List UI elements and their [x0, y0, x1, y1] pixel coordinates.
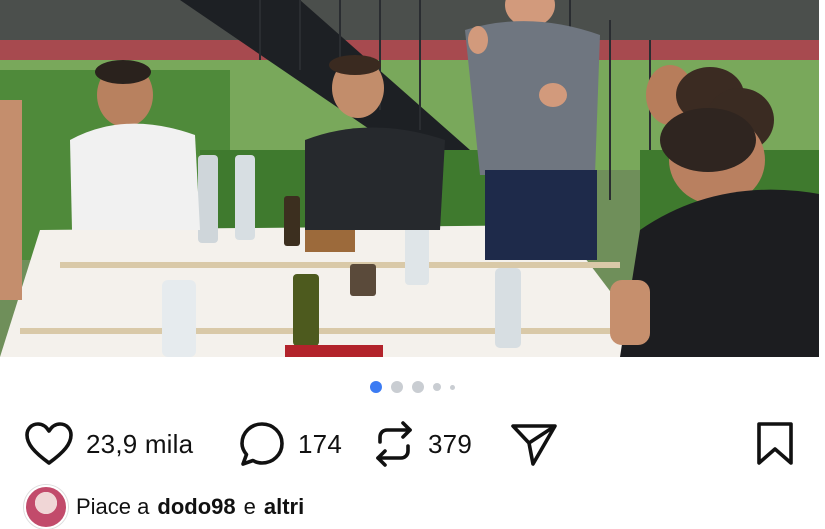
carousel-dot-5 — [450, 384, 455, 390]
liked-by-user[interactable]: dodo98 — [157, 494, 235, 520]
like-count[interactable]: 23,9 mila — [86, 429, 193, 460]
like-button[interactable]: 23,9 mila — [24, 416, 193, 472]
meeting-photo-illustration — [0, 0, 825, 357]
liked-by-connector: e — [243, 494, 256, 519]
repost-arrows-icon — [376, 421, 412, 467]
liked-by-prefix: Piace a — [76, 494, 150, 519]
comment-count: 174 — [298, 428, 342, 459]
carousel-dot-2 — [391, 381, 403, 393]
share-button[interactable] — [510, 416, 558, 472]
liker-avatar[interactable] — [24, 485, 68, 529]
paper-plane-icon — [511, 424, 557, 466]
repost-button[interactable]: 379 — [372, 416, 472, 472]
post-action-bar: 23,9 mila 174 379 — [0, 416, 825, 472]
comment-button[interactable]: 174 — [238, 416, 342, 472]
save-button[interactable] — [756, 416, 794, 472]
liked-by-row[interactable]: Piace a dodo98 e altri — [24, 485, 304, 529]
heart-outline-icon — [25, 422, 73, 465]
carousel-dot-3 — [412, 381, 424, 393]
carousel-dot-4 — [433, 383, 441, 391]
carousel-indicator — [0, 380, 825, 394]
carousel-dot-1 — [370, 381, 382, 393]
repost-count: 379 — [428, 428, 472, 459]
post-photo[interactable] — [0, 0, 825, 357]
comment-bubble-icon — [240, 422, 284, 466]
liked-by-others[interactable]: altri — [264, 494, 304, 520]
bookmark-outline-icon — [757, 422, 793, 465]
